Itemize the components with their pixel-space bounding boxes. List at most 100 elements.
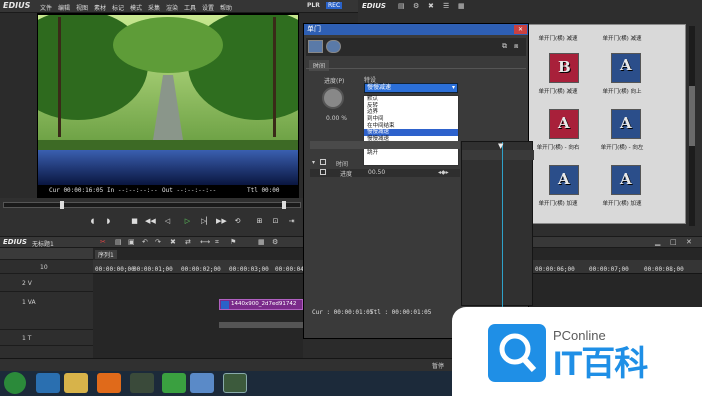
tab-time[interactable]: 时间 [309, 60, 330, 71]
tree-row-progress[interactable]: 进度 00.50 ◂◆▸ [310, 169, 460, 178]
vertical-scrollbar[interactable] [689, 26, 695, 226]
dialog-close-button[interactable]: ✕ [514, 25, 527, 34]
track-row-2v[interactable]: 2 V [0, 276, 93, 292]
checkbox[interactable] [320, 169, 326, 175]
tree-progress-value[interactable]: 00.50 [368, 169, 385, 176]
transition-thumb[interactable]: A [611, 109, 641, 139]
settings-icon[interactable]: ⚙ [413, 2, 419, 10]
dropdown-option[interactable]: 跳开 [364, 150, 458, 157]
tree-row-time[interactable]: ▾ 时间 [310, 159, 460, 168]
progress-dial[interactable] [322, 87, 344, 109]
undo-icon[interactable]: ↶ [142, 238, 148, 246]
tree-expand-icon[interactable]: ▾ [312, 159, 315, 166]
menu-view[interactable]: 视图 [76, 3, 88, 12]
minimize-icon[interactable]: ▁ [655, 238, 660, 246]
transition-thumb[interactable]: B [549, 53, 579, 83]
rewind-button[interactable]: ◀◀ [145, 217, 156, 226]
track-row-1va[interactable]: 1 VA [0, 296, 93, 330]
menu-edit[interactable]: 编辑 [58, 3, 70, 12]
transition-thumb[interactable]: A [611, 165, 641, 195]
plr-label[interactable]: PLR [307, 2, 320, 9]
dropdown-option[interactable]: 默认 [364, 96, 458, 103]
snap-icon[interactable]: ⌗ [215, 238, 219, 247]
dropdown-option[interactable]: 反转 [364, 103, 458, 110]
grid-view-icon[interactable]: ▦ [458, 2, 465, 10]
transition-thumb[interactable]: A [549, 109, 579, 139]
sequence-tab[interactable]: 序列1 [95, 250, 117, 259]
stop-button[interactable]: ■ [130, 217, 139, 226]
paste-icon[interactable]: ⧈ [514, 42, 518, 51]
ripple-icon[interactable]: ⇄ [185, 238, 191, 246]
timeline-ruler[interactable]: 00:00:00;00 00:00:01;00 00:00:02;00 00:0… [93, 260, 315, 274]
menu-marker[interactable]: 标记 [112, 3, 124, 12]
menu-mode[interactable]: 模式 [130, 3, 142, 12]
set-out-button[interactable]: ◗ [104, 217, 113, 226]
checkbox[interactable] [320, 159, 326, 165]
keyframe-nav-icon[interactable]: ◂◆▸ [438, 169, 449, 176]
scrub-handle[interactable] [60, 201, 64, 209]
timeline-area[interactable]: 序列1 00:00:00;00 00:00:01;00 00:00:02;00 … [93, 248, 315, 358]
marker-icon[interactable]: ⚑ [230, 238, 236, 246]
playhead[interactable] [502, 142, 503, 307]
progress-value[interactable]: 0.00 % [326, 115, 347, 122]
cut-icon[interactable]: ✂ [100, 238, 106, 246]
track-row-10[interactable]: 10 [0, 262, 93, 274]
close-icon[interactable]: ✕ [686, 238, 692, 246]
menu-clip[interactable]: 素材 [94, 3, 106, 12]
step-forward-button[interactable]: ▷▏ [201, 217, 212, 226]
scrub-out-handle[interactable] [282, 201, 286, 209]
menu-capture[interactable]: 采集 [148, 3, 160, 12]
start-button[interactable] [4, 372, 26, 394]
overwrite-button[interactable]: ⊡ [271, 217, 280, 226]
delete-icon[interactable]: ✖ [428, 2, 434, 10]
firefox-icon[interactable] [97, 373, 121, 393]
list-view-icon[interactable]: ☰ [443, 2, 449, 10]
transition-thumb[interactable]: A [611, 53, 641, 83]
menu-render[interactable]: 渲染 [166, 3, 178, 12]
folder-icon[interactable]: ▤ [398, 2, 405, 10]
folder-icon[interactable]: ▤ [115, 238, 122, 246]
play-button[interactable]: ▷ [183, 217, 192, 226]
app-icon[interactable] [162, 373, 186, 393]
sync-icon[interactable]: ⟷ [200, 238, 210, 246]
scrub-bar[interactable] [3, 202, 301, 208]
fast-forward-button[interactable]: ▶▶ [216, 217, 227, 226]
settings-icon[interactable]: ⚙ [272, 238, 278, 246]
menu-tools[interactable]: 工具 [184, 3, 196, 12]
copy-icon[interactable]: ⧉ [502, 42, 507, 51]
menu-help[interactable]: 帮助 [220, 3, 232, 12]
delete-icon[interactable]: ✖ [170, 238, 176, 246]
export-button[interactable]: ⇥ [287, 217, 296, 226]
save-icon[interactable]: ▣ [128, 238, 135, 246]
set-in-button[interactable]: ◖ [88, 217, 97, 226]
dialog-title-bar[interactable]: 单门 ✕ [304, 24, 528, 35]
preview-image [38, 15, 298, 185]
playhead-marker-icon[interactable]: ▼ [498, 142, 503, 150]
preset-combo[interactable]: 慢慢减速 ▾ [364, 83, 458, 93]
status-pause: 暂停 [432, 363, 445, 370]
track-row-1t[interactable]: 1 T [0, 332, 93, 346]
edius-taskbar-icon[interactable] [223, 373, 247, 393]
render-icon[interactable]: ▦ [258, 238, 265, 246]
maximize-icon[interactable]: □ [670, 238, 677, 246]
media-icon[interactable] [130, 373, 154, 393]
audio-clip[interactable] [219, 322, 303, 328]
tool-icon[interactable] [190, 373, 214, 393]
step-back-button[interactable]: ◁ [163, 217, 172, 226]
menu-file[interactable]: 文件 [40, 3, 52, 12]
loop-button[interactable]: ⟲ [233, 217, 242, 226]
timeline-clip[interactable]: 1440x900_2d7ed91742 [219, 299, 303, 310]
keyframe-graph[interactable]: ▼ [461, 141, 534, 307]
scrollbar-thumb[interactable] [689, 86, 695, 146]
ie-icon[interactable] [36, 373, 60, 393]
insert-button[interactable]: ⊞ [255, 217, 264, 226]
preset-icon[interactable] [308, 40, 323, 53]
reset-icon[interactable] [326, 40, 341, 53]
explorer-icon[interactable] [64, 373, 88, 393]
rec-label[interactable]: REC [326, 2, 343, 9]
menu-settings[interactable]: 设置 [202, 3, 214, 12]
dropdown-option[interactable]: 到中间 [364, 116, 458, 123]
transition-thumb[interactable]: A [549, 165, 579, 195]
redo-icon[interactable]: ↷ [155, 238, 161, 246]
thumb-caption: 单开门(横) 向上 [602, 89, 642, 95]
